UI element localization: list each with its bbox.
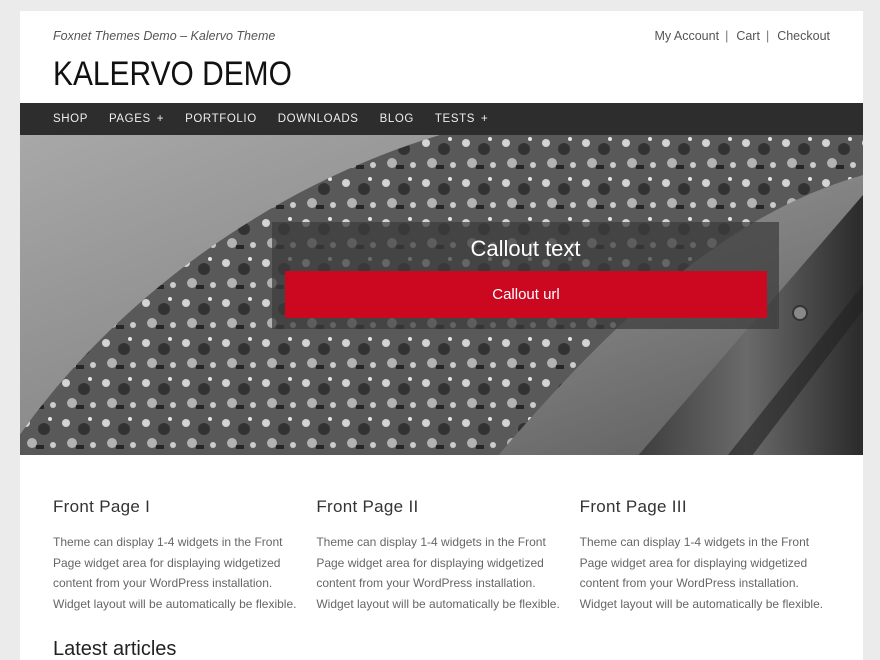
widget-front-page-2: Front Page II Theme can display 1-4 widg… (316, 497, 579, 614)
front-page-widgets: Front Page I Theme can display 1-4 widge… (53, 497, 843, 614)
nav-item-downloads[interactable]: DOWNLOADS (278, 113, 359, 125)
callout-box: Callout text Callout url (272, 222, 779, 329)
hero-banner: Callout text Callout url (20, 135, 863, 455)
nav-item-pages[interactable]: PAGES + (109, 113, 164, 125)
widget-text: Theme can display 1-4 widgets in the Fro… (579, 535, 824, 611)
page-container: Foxnet Themes Demo – Kalervo Theme My Ac… (20, 11, 863, 660)
latest-articles-heading: Latest articles (53, 638, 177, 660)
submenu-plus-icon: + (480, 113, 489, 125)
widget-title: Front Page I (53, 497, 151, 516)
callout-text: Callout text (470, 236, 581, 261)
callout-button[interactable]: Callout url (285, 271, 767, 318)
nav-separator: | (725, 29, 729, 43)
widget-front-page-3: Front Page III Theme can display 1-4 wid… (580, 497, 843, 614)
widget-front-page-1: Front Page I Theme can display 1-4 widge… (53, 497, 316, 614)
nav-item-tests[interactable]: TESTS + (435, 113, 488, 125)
nav-item-blog[interactable]: BLOG (380, 113, 414, 125)
site-tagline: Foxnet Themes Demo – Kalervo Theme (53, 29, 276, 43)
main-navigation: SHOP PAGES + PORTFOLIO DOWNLOADS BLOG TES… (20, 103, 863, 135)
my-account-link[interactable]: My Account (654, 29, 719, 43)
nav-item-portfolio[interactable]: PORTFOLIO (185, 113, 257, 125)
submenu-plus-icon: + (156, 113, 165, 125)
cart-link[interactable]: Cart (736, 29, 760, 43)
checkout-link[interactable]: Checkout (777, 29, 830, 43)
widget-title: Front Page III (579, 497, 687, 516)
widget-title: Front Page II (316, 497, 419, 516)
nav-separator: | (765, 29, 770, 43)
widget-text: Theme can display 1-4 widgets in the Fro… (316, 535, 560, 611)
nav-item-shop[interactable]: SHOP (53, 113, 88, 125)
account-nav: My Account | Cart | Checkout (654, 29, 830, 43)
widget-text: Theme can display 1-4 widgets in the Fro… (53, 535, 297, 611)
site-title[interactable]: KALERVO DEMO (53, 55, 292, 94)
